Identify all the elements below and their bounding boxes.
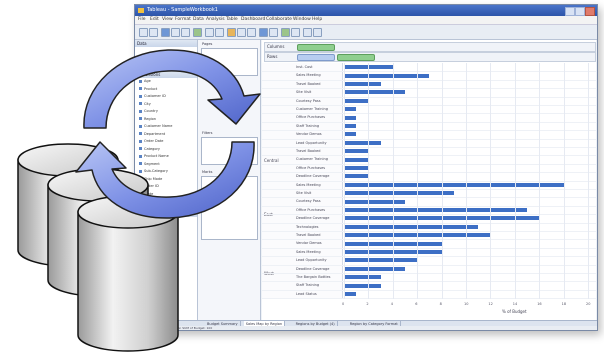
sync-arrow-icon [83,49,261,129]
database-graphic [17,49,261,352]
database-icon [77,195,179,352]
stage: Tableau - SampleWorkbook1 File Edit View… [0,0,604,358]
